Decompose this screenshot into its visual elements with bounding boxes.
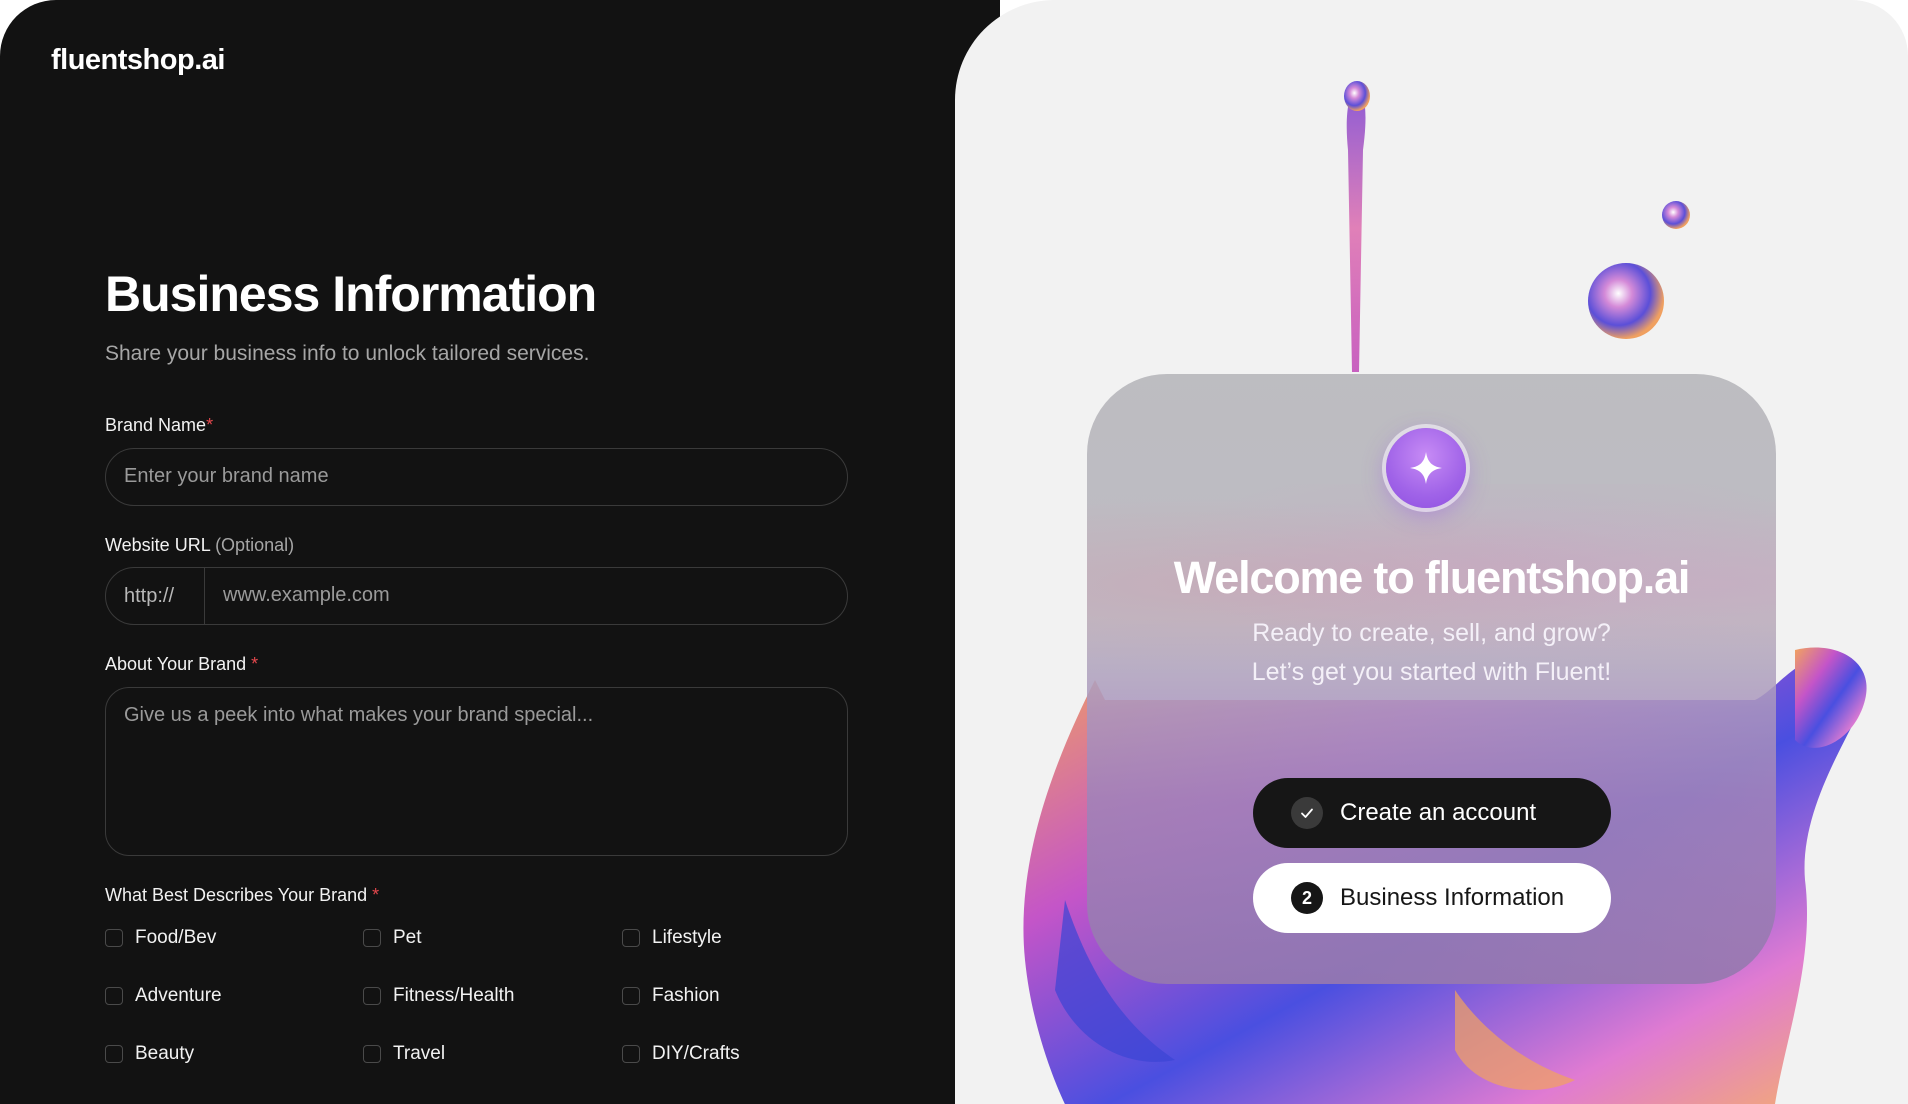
checkbox[interactable] [622, 987, 640, 1005]
category-option-fashion[interactable]: Fashion [622, 985, 720, 1007]
url-prefix: http:// [106, 568, 205, 624]
required-mark: * [372, 885, 380, 905]
welcome-panel: Welcome to fluentshop.ai Ready to create… [955, 0, 1908, 1104]
checkbox[interactable] [363, 1045, 381, 1063]
brand-name-placeholder: Enter your brand name [124, 465, 329, 487]
step-label: Create an account [1340, 799, 1537, 826]
website-url-label-text: Website URL [105, 535, 211, 555]
checkbox-label: Adventure [135, 985, 222, 1006]
about-brand-textarea[interactable]: Give us a peek into what makes your bran… [105, 687, 848, 856]
welcome-card: Welcome to fluentshop.ai Ready to create… [1087, 374, 1776, 984]
check-icon [1291, 797, 1323, 829]
category-option-lifestyle[interactable]: Lifestyle [622, 927, 722, 949]
step-business-information[interactable]: 2 Business Information [1253, 863, 1611, 933]
website-url-field[interactable]: http:// www.example.com [105, 567, 848, 625]
checkbox-label: Lifestyle [652, 927, 722, 948]
checkbox[interactable] [363, 929, 381, 947]
checkbox-label: Fashion [652, 985, 720, 1006]
category-option-travel[interactable]: Travel [363, 1043, 445, 1065]
required-mark: * [251, 654, 259, 674]
checkbox[interactable] [622, 929, 640, 947]
step-label: Business Information [1340, 884, 1565, 911]
checkbox-label: Food/Bev [135, 927, 217, 948]
category-option-fitness-health[interactable]: Fitness/Health [363, 985, 514, 1007]
checkbox-label: Fitness/Health [393, 985, 515, 1006]
website-url-label: Website URL (Optional) [105, 535, 294, 556]
checkbox-label: DIY/Crafts [652, 1043, 740, 1064]
category-option-adventure[interactable]: Adventure [105, 985, 222, 1007]
category-option-food-bev[interactable]: Food/Bev [105, 927, 216, 949]
step-create-account[interactable]: Create an account [1253, 778, 1611, 848]
category-option-pet[interactable]: Pet [363, 927, 422, 949]
about-brand-label-text: About Your Brand [105, 654, 247, 674]
required-mark: * [206, 415, 214, 435]
checkbox-label: Pet [393, 927, 422, 948]
category-option-beauty[interactable]: Beauty [105, 1043, 194, 1065]
logo[interactable]: fluentshop.ai [51, 44, 225, 77]
category-label-text: What Best Describes Your Brand [105, 885, 368, 905]
checkbox[interactable] [105, 987, 123, 1005]
welcome-title: Welcome to fluentshop.ai [1173, 552, 1691, 603]
category-label: What Best Describes Your Brand * [105, 885, 379, 906]
page-subtitle: Share your business info to unlock tailo… [105, 342, 590, 365]
brand-name-label: Brand Name* [105, 415, 213, 436]
checkbox-label: Travel [393, 1043, 446, 1064]
welcome-line-2: Let’s get you started with Fluent! [1251, 658, 1612, 686]
about-brand-placeholder: Give us a peek into what makes your bran… [124, 704, 594, 726]
about-brand-label: About Your Brand * [105, 654, 258, 675]
brand-name-label-text: Brand Name [105, 415, 207, 435]
checkbox[interactable] [363, 987, 381, 1005]
welcome-line-1: Ready to create, sell, and grow? [1252, 619, 1611, 647]
checkbox[interactable] [105, 929, 123, 947]
checkbox-label: Beauty [135, 1043, 195, 1064]
category-option-diy-crafts[interactable]: DIY/Crafts [622, 1043, 740, 1065]
form-panel: fluentshop.ai Business Information Share… [0, 0, 1000, 1104]
url-prefix-text: http:// [124, 585, 175, 607]
website-url-placeholder[interactable]: www.example.com [223, 584, 390, 607]
sparkle-icon [1386, 428, 1466, 508]
checkbox[interactable] [622, 1045, 640, 1063]
checkbox[interactable] [105, 1045, 123, 1063]
brand-name-input[interactable]: Enter your brand name [105, 448, 848, 506]
optional-tag: (Optional) [215, 535, 295, 555]
step-number-badge: 2 [1291, 882, 1323, 914]
page-title: Business Information [105, 266, 597, 322]
